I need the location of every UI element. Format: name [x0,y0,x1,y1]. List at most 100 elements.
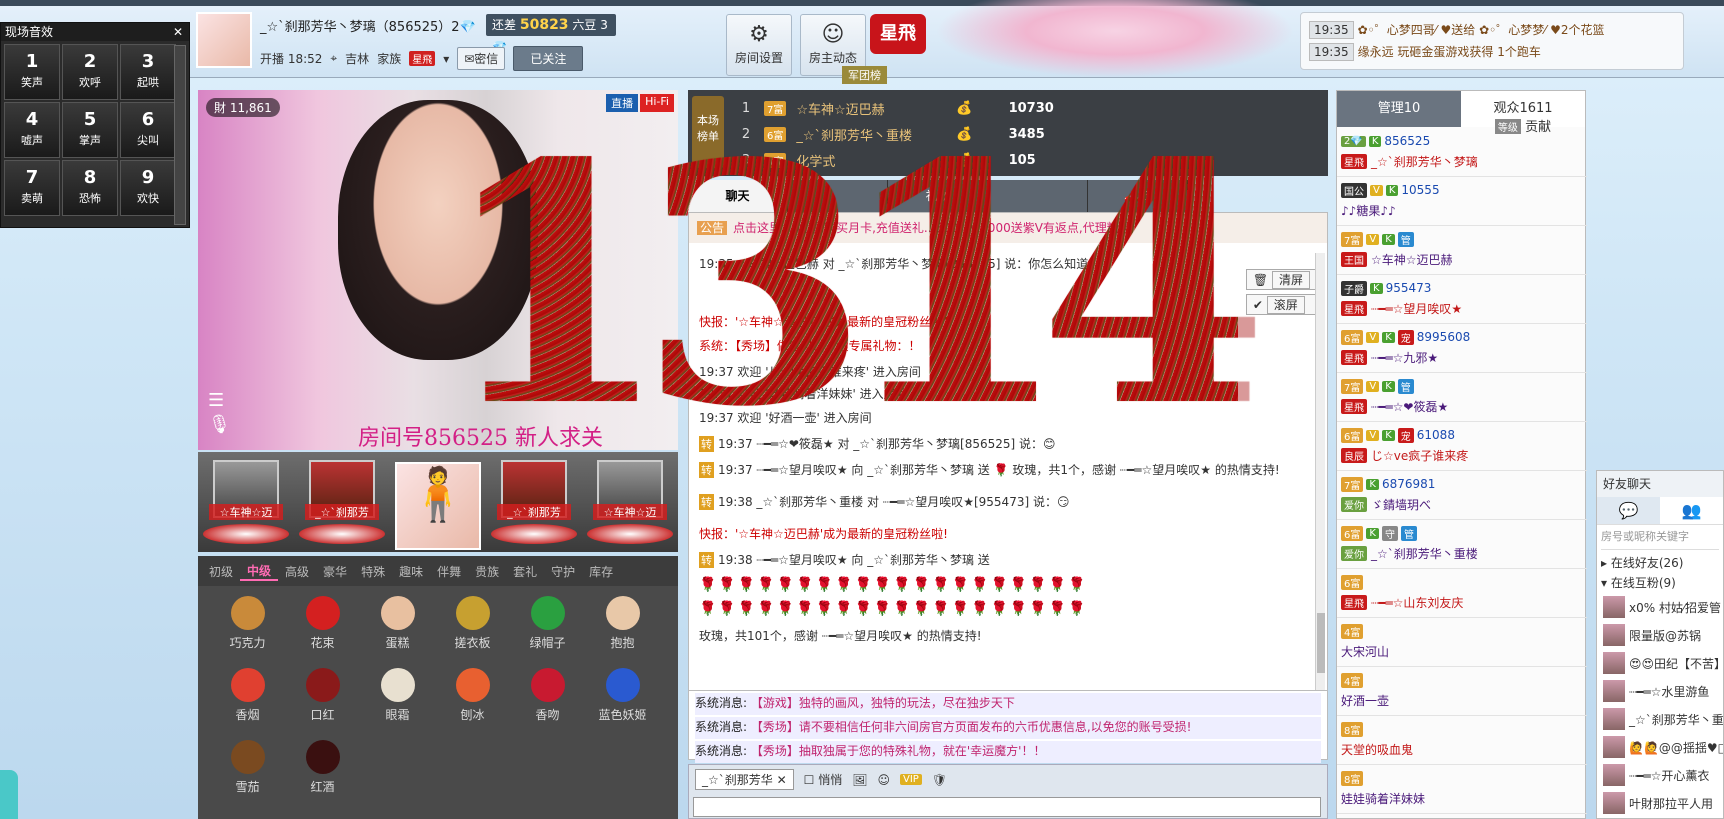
system-message[interactable]: 系统消息: 【游戏】独特的画风，独特的玩法，尽在独步天下 [695,693,1321,715]
group-online[interactable]: ▸ 在线好友(26) [1597,553,1723,573]
rank-row[interactable]: 3 4富 化学式 💰 105 [738,148,1036,172]
sound-key[interactable]: 5 掌声 [62,102,118,158]
chat-target[interactable]: _☆`刹那芳华 ✕ [695,769,794,790]
hifi-badge[interactable]: Hi-Fi [640,94,674,112]
friend-search-input[interactable]: 房号或昵称关键字 [1601,528,1719,550]
private-checkbox[interactable]: ☐ 悄悄 [804,771,843,788]
tab-gift[interactable]: 贵族 [468,563,506,580]
seat-item[interactable]: ☆车神☆迈 [587,460,673,548]
sound-key[interactable]: 1 笑声 [4,44,60,100]
gift-item[interactable]: 搓衣板 [435,596,510,668]
sound-key[interactable]: 4 嘘声 [4,102,60,158]
forward-badge[interactable]: 转 [699,552,714,568]
friend-item[interactable]: ┈━═☆开心薰衣 [1597,761,1723,789]
tab-chat-0[interactable]: 聊天 [688,180,788,212]
family-tag[interactable]: 星飛 [409,51,436,66]
video-stream[interactable]: 財 11,861 直播 Hi-Fi ☰ 🎙 房间号856525 新人求关 [198,90,678,451]
gift-item[interactable]: 花束 [285,596,360,668]
audience-item[interactable]: 4富 好酒一壶 [1337,668,1587,716]
system-message[interactable]: 系统消息: 【秀场】请不要相信任何非六间房官方页面发布的六币优惠信息,以免您的账… [695,717,1321,739]
close-icon[interactable]: ✕ [173,23,183,41]
gift-item[interactable]: 刨冰 [435,668,510,740]
legion-rank-button[interactable]: 军团榜 [842,66,887,84]
emoji-icon[interactable]: ☺ [877,773,890,787]
chevron-down-icon[interactable]: ▾ [443,52,449,66]
room-settings-button[interactable]: ⚙ 房间设置 [726,14,792,76]
audience-item[interactable]: 6富 V K 宠 61088 良辰 じ☆ve疯子谁来疼 [1337,423,1587,471]
gift-item[interactable]: 红酒 [285,740,360,812]
contacts-icon[interactable]: 👥 [1660,497,1723,524]
side-widget[interactable] [0,770,18,819]
tab-chat-3[interactable] [988,180,1088,212]
audience-item[interactable]: 国公 V K 10555 ♪♪糖果♪♪ [1337,178,1587,226]
forward-badge[interactable]: 转 [699,494,714,510]
gift-item[interactable]: 巧克力 [210,596,285,668]
tab-gift[interactable]: 趣味 [392,563,430,580]
car-icon[interactable]: 🚗 5 [1088,180,1188,212]
tab-gift[interactable]: 套礼 [506,563,544,580]
sound-key[interactable]: 8 恐怖 [62,160,118,216]
host-avatar[interactable] [196,12,252,68]
tab-gift[interactable]: 高级 [278,563,316,580]
audience-item[interactable]: 7富 V K 管王国 ☆车神☆迈巴赫 [1337,227,1587,275]
tab-admin[interactable]: 管理10 [1337,91,1461,127]
announcement[interactable]: 公告 点击这里 ...优惠,购买月卡,充值送礼...500...V.2000送紫V… [689,213,1327,243]
chat-bubble-icon[interactable]: 💬 [1597,497,1660,524]
gift-item[interactable]: 蛋糕 [360,596,435,668]
tab-gift[interactable]: 伴舞 [430,563,468,580]
friend-item[interactable]: 🙋🙋@@揺揺♥□ [1597,733,1723,761]
seat-item[interactable]: ☆车神☆迈 [203,460,289,548]
audience-item[interactable]: 4富 大宋河山 [1337,619,1587,667]
vip-emoji-button[interactable]: VIP [899,774,922,785]
tab-chat-2[interactable]: 礼物 [888,180,988,212]
friend-item[interactable]: 😍😍田纪【不苦】 [1597,649,1723,677]
gift-item[interactable]: 口红 [285,668,360,740]
seat-item[interactable]: _☆`刹那芳 [491,460,577,548]
chat-scrollbar[interactable] [1315,253,1325,693]
tab-gift[interactable]: 守护 [544,563,582,580]
gift-item[interactable]: 眼霜 [360,668,435,740]
sound-key[interactable]: 6 尖叫 [120,102,176,158]
audience-item[interactable]: 6富 V K 宠 8995608 星飛 ┈━═☆九邪★ [1337,325,1587,373]
notice-item[interactable]: 19:35 ✿◦゜心梦四哥⁄ ♥送给 ✿◦゜心梦梦⁄ ♥2个花篮 [1309,19,1675,41]
microphone-icon[interactable]: 🎙 [208,414,231,435]
audience-item[interactable]: 6富 星飛 ┈━═☆山东刘友庆 [1337,570,1587,618]
follow-button[interactable]: 已关注 [513,46,584,71]
audience-item[interactable]: 8富 娃娃骑着洋妹妹 [1337,766,1587,814]
notice-item[interactable]: 19:35 缘永远 玩砸金蛋游戏获得 1个跑车 [1309,41,1675,63]
image-icon[interactable]: 🖼 [852,773,867,787]
gift-item[interactable]: 香烟 [210,668,285,740]
audience-item[interactable]: 2💎 K 856525 星飛 _☆`刹那芳华丶梦璃 [1337,129,1587,177]
menu-icon[interactable]: ☰ [208,390,224,411]
friend-item[interactable]: _☆`刹那芳华丶重 [1597,705,1723,733]
audience-item[interactable]: 7富 V K 管星飛 ┈━═☆❤筱磊★ [1337,374,1587,422]
tab-gift[interactable]: 豪华 [316,563,354,580]
seat-item[interactable]: 🧍 [395,462,481,550]
system-message[interactable]: 系统消息: 【秀场】抽取独属于您的特殊礼物，就在'幸运魔方'！！ [695,741,1321,763]
tab-gift[interactable]: 初级 [202,563,240,580]
sound-key[interactable]: 2 欢呼 [62,44,118,100]
scrollbar[interactable] [174,45,186,225]
sound-key[interactable]: 3 起哄 [120,44,176,100]
tab-chat-1[interactable] [788,180,888,212]
forward-badge[interactable]: 转 [699,462,714,478]
gift-item[interactable]: 香吻 [510,668,585,740]
gift-item[interactable]: 蓝色妖姬 [585,668,660,740]
audience-item[interactable]: 子爵 K 955473 星飛 ┈━═☆望月唉叹★ [1337,276,1587,324]
forward-badge[interactable]: 转 [699,436,714,452]
tab-gift[interactable]: 中级 [240,562,279,581]
tab-gift[interactable]: 特殊 [354,563,392,580]
tab-audience[interactable]: 观众1611 等级 贡献 [1461,91,1585,135]
secret-message-button[interactable]: ✉密信 [457,47,506,70]
friend-item[interactable]: 限量版@苏锅 [1597,621,1723,649]
friend-item[interactable]: x0% 村姑⁄招爱管 [1597,593,1723,621]
auto-scroll-button[interactable]: ✔ 滚屏 [1245,294,1317,315]
gift-item[interactable]: 抱抱 [585,596,660,668]
sound-key[interactable]: 7 卖萌 [4,160,60,216]
audience-item[interactable]: 8富 天堂的吸血鬼 [1337,717,1587,765]
audience-item[interactable]: 6富 K 守管爱你 _☆`刹那芳华丶重楼 [1337,521,1587,569]
friend-item[interactable]: ┈━═☆水里游鱼 [1597,677,1723,705]
audience-item[interactable]: 7富 K 6876981 爱你 ゞ錆墙玥べ [1337,472,1587,520]
friend-item[interactable]: 叶財那拉平人用 [1597,789,1723,817]
rank-row[interactable]: 1 7富 ☆车神☆迈巴赫 💰 10730 [738,96,1054,120]
